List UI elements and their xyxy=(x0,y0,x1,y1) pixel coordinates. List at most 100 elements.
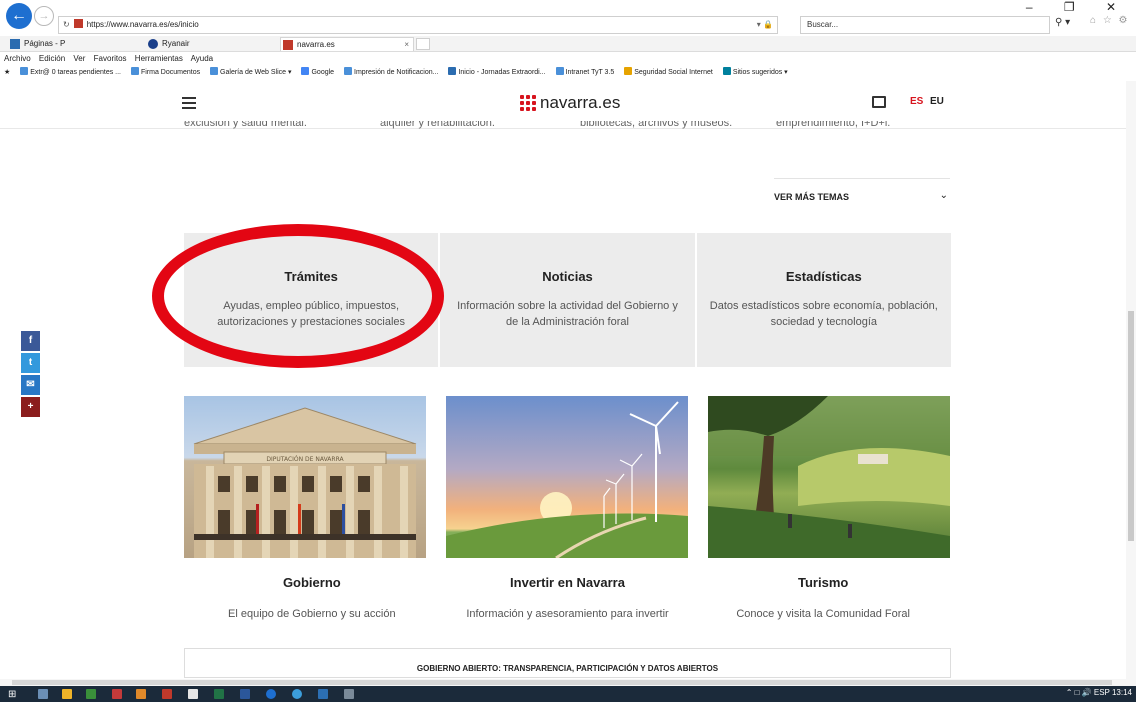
window-controls[interactable]: – ❐ ✕ xyxy=(1026,0,1130,14)
seguridad-social-icon xyxy=(624,67,633,75)
photo-captions: Gobierno El equipo de Gobierno y su acci… xyxy=(184,575,951,635)
bookmark-intranet[interactable]: Intranet TyT 3.5 xyxy=(555,67,614,76)
excel-icon[interactable] xyxy=(214,689,224,699)
caption-title: Gobierno xyxy=(282,575,341,590)
app-icon[interactable] xyxy=(136,689,146,699)
forward-button[interactable]: → xyxy=(34,6,54,26)
bookmark-google[interactable]: Google xyxy=(301,67,334,76)
powerpoint-icon[interactable] xyxy=(162,689,172,699)
menu-ayuda[interactable]: Ayuda xyxy=(191,54,214,63)
caption-title: Turismo xyxy=(798,575,849,590)
card-title: Noticias xyxy=(542,269,593,284)
more-topics-toggle[interactable]: VER MÁS TEMAS ⌄ xyxy=(774,178,950,216)
horizontal-scroll-thumb[interactable] xyxy=(12,680,1112,685)
topic-desc-cut: bibliotecas, archivos y museos. xyxy=(580,121,733,129)
address-bar[interactable]: ↻ https://www.navarra.es/es/inicio ▾ 🔒 xyxy=(58,16,778,34)
tab-paginas[interactable]: Páginas - P xyxy=(8,37,136,51)
card-desc: Datos estadísticos sobre economía, pobla… xyxy=(709,300,938,328)
search-input[interactable]: Buscar... xyxy=(800,16,1050,34)
card-tramites[interactable]: Trámites Ayudas, empleo público, impuest… xyxy=(184,233,441,367)
app-icon[interactable] xyxy=(112,689,122,699)
caption-desc: El equipo de Gobierno y su acción xyxy=(228,608,396,620)
lock-icon[interactable]: ▾ 🔒 xyxy=(757,17,773,33)
photo-wind-turbines[interactable] xyxy=(446,396,688,558)
language-es[interactable]: ES xyxy=(910,96,923,107)
notepad-icon[interactable] xyxy=(188,689,198,699)
email-share-icon[interactable]: ✉ xyxy=(21,375,40,395)
bookmark-firma[interactable]: Firma Documentos xyxy=(130,67,200,76)
bookmark-seguridad-social[interactable]: Seguridad Social Internet xyxy=(624,67,713,76)
card-noticias[interactable]: Noticias Información sobre la actividad … xyxy=(440,233,697,367)
app-icon[interactable] xyxy=(344,689,354,699)
service-cards: Trámites Ayudas, empleo público, impuest… xyxy=(184,233,951,367)
tab-bar: Páginas - P Ryanair navarra.es × xyxy=(0,36,1136,52)
facebook-share-icon[interactable]: f xyxy=(21,331,40,351)
screen: ← → ↻ https://www.navarra.es/es/inicio ▾ … xyxy=(0,0,1136,702)
chat-icon[interactable] xyxy=(872,96,886,108)
word-icon[interactable] xyxy=(240,689,250,699)
menu-archivo[interactable]: Archivo xyxy=(4,54,31,63)
tab-navarra[interactable]: navarra.es × xyxy=(280,37,414,51)
menu-ver[interactable]: Ver xyxy=(73,54,85,63)
language-eu[interactable]: EU xyxy=(930,96,944,107)
open-government-link[interactable]: GOBIERNO ABIERTO: TRANSPARENCIA, PARTICI… xyxy=(184,648,951,678)
more-share-icon[interactable]: + xyxy=(21,397,40,417)
back-button[interactable]: ← xyxy=(6,3,32,29)
app-icon[interactable] xyxy=(86,689,96,699)
keyboard-language: ESP xyxy=(1093,688,1110,697)
twitter-share-icon[interactable]: t xyxy=(21,353,40,373)
reload-icon[interactable]: ↻ xyxy=(63,20,70,29)
photo-countryside-tree[interactable] xyxy=(708,396,950,558)
tab-ryanair[interactable]: Ryanair xyxy=(146,37,274,51)
menu-edicion[interactable]: Edición xyxy=(39,54,65,63)
file-explorer-icon[interactable] xyxy=(62,689,72,699)
bookmark-galeria[interactable]: Galería de Web Slice ▾ xyxy=(210,67,292,76)
caption-desc: Información y asesoramiento para inverti… xyxy=(466,608,669,620)
vertical-scroll-thumb[interactable] xyxy=(1128,311,1134,541)
search-icon[interactable] xyxy=(38,689,48,699)
photo-gobierno-building[interactable]: DIPUTACIÓN DE NAVARRA xyxy=(184,396,426,558)
bookmark-jornadas[interactable]: Inicio - Jornadas Extraordi... xyxy=(448,67,546,76)
menu-bar: Archivo Edición Ver Favoritos Herramient… xyxy=(0,52,1136,65)
new-tab-button[interactable] xyxy=(416,38,430,50)
internet-explorer-icon[interactable] xyxy=(266,689,276,699)
bookmark-extra[interactable]: Extr@ 0 tareas pendientes ... xyxy=(20,67,121,76)
site-icon xyxy=(73,19,83,28)
card-title: Estadísticas xyxy=(785,269,862,284)
hamburger-menu-icon[interactable] xyxy=(182,97,196,109)
site-header: navarra.es ES EU xyxy=(0,81,1126,129)
sharepoint-icon xyxy=(10,39,20,49)
ryanair-icon xyxy=(148,39,158,49)
ie-page-icon xyxy=(555,67,564,75)
horizontal-scrollbar[interactable] xyxy=(0,679,1136,686)
favorites-star-icon[interactable]: ★ xyxy=(4,69,10,76)
caption-desc: Conoce y visita la Comunidad Foral xyxy=(736,608,910,620)
bookmark-sitios[interactable]: Sitios sugeridos ▾ xyxy=(722,67,788,76)
menu-herramientas[interactable]: Herramientas xyxy=(135,54,183,63)
caption-invertir[interactable]: Invertir en Navarra Información y asesor… xyxy=(440,575,696,635)
share-bar: f t ✉ + xyxy=(21,331,40,419)
vertical-scrollbar[interactable] xyxy=(1126,81,1136,679)
app-icon[interactable] xyxy=(292,689,302,699)
browser-address-row: ← → ↻ https://www.navarra.es/es/inicio ▾ … xyxy=(0,0,1136,36)
address-url: https://www.navarra.es/es/inicio xyxy=(86,20,199,29)
search-icon[interactable]: ⚲ ▾ xyxy=(1055,17,1070,28)
favorites-icons[interactable]: ⌂ ☆ ⚙ xyxy=(1090,15,1130,26)
caption-gobierno[interactable]: Gobierno El equipo de Gobierno y su acci… xyxy=(184,575,440,635)
ie-page-icon xyxy=(344,67,353,75)
caption-turismo[interactable]: Turismo Conoce y visita la Comunidad For… xyxy=(695,575,951,635)
ie-page-icon xyxy=(130,67,139,75)
windows-taskbar: ⊞ ⌃ □ 🔊 ESP 13:14 xyxy=(0,686,1136,702)
outlook-icon[interactable] xyxy=(318,689,328,699)
navarra-icon xyxy=(283,40,293,50)
windows-start-icon[interactable]: ⊞ xyxy=(8,689,16,700)
ie-page-icon xyxy=(20,67,29,75)
card-desc: Ayudas, empleo público, impuestos, autor… xyxy=(217,300,406,328)
bookmark-impresion[interactable]: Impresión de Notificacion... xyxy=(344,67,438,76)
card-estadisticas[interactable]: Estadísticas Datos estadísticos sobre ec… xyxy=(696,233,951,367)
close-tab-icon[interactable]: × xyxy=(404,38,409,52)
topic-desc-cut: exclusión y salud mental. xyxy=(184,121,307,129)
clock: 13:14 xyxy=(1111,688,1132,697)
system-tray[interactable]: ⌃ □ 🔊 ESP 13:14 xyxy=(1066,688,1132,697)
menu-favoritos[interactable]: Favoritos xyxy=(94,54,127,63)
